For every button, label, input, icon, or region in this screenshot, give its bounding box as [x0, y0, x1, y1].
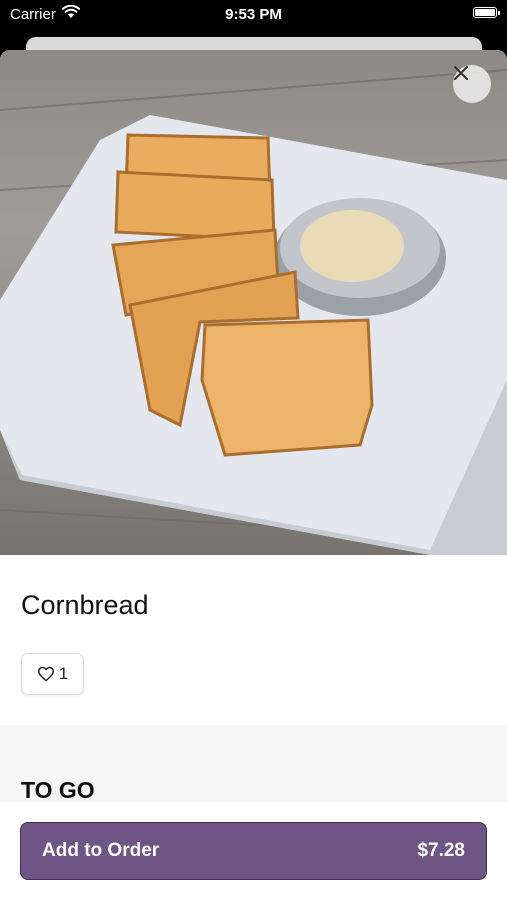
item-detail-sheet: Cornbread 1 TO GO Add to Order $7.28 [0, 50, 507, 900]
clock: 9:53 PM [225, 6, 282, 23]
footer-bar: Add to Order $7.28 [0, 802, 507, 900]
close-button[interactable] [453, 65, 491, 103]
order-price: $7.28 [417, 840, 465, 861]
battery-icon [473, 7, 500, 18]
like-count: 1 [58, 664, 69, 683]
item-title: Cornbread [21, 590, 149, 620]
add-to-order-label: Add to Order [42, 840, 160, 861]
section-title: TO GO [21, 777, 95, 803]
add-to-order-button[interactable]: Add to Order $7.28 [20, 822, 487, 880]
heart-outline-icon [37, 666, 54, 682]
close-icon [454, 66, 468, 80]
item-photo [0, 50, 507, 555]
status-bar: Carrier 9:53 PM [0, 0, 507, 30]
like-button[interactable]: 1 [21, 653, 84, 695]
